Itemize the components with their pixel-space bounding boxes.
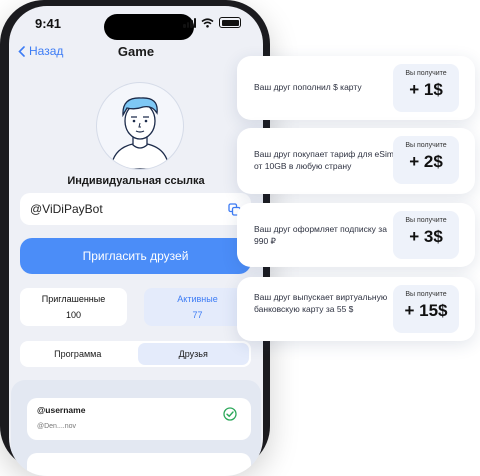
reward-label: Вы получите [405,291,447,298]
tab-program[interactable]: Программа [22,343,134,365]
friend-subtitle: @Den....nov [37,423,77,430]
friend-username: @username [37,405,86,415]
reward-badge: Вы получите + 3$ [393,211,459,259]
reward-amount: + 2$ [409,152,443,171]
referral-link-label: Индивидуальная ссылка [67,175,205,187]
list-item[interactable] [27,453,251,476]
segmented-control: Программа Друзья [20,341,251,367]
invite-friends-button[interactable]: Пригласить друзей [20,238,251,274]
tab-friends[interactable]: Друзья [137,343,249,365]
reward-label: Вы получите [405,142,447,149]
reward-description: Ваш друг оформляет подписку за 990 ₽ [254,224,387,246]
battery-icon [219,17,241,28]
reward-card-virtual-card: Ваш друг выпускает виртуальную банковску… [237,277,475,341]
list-item[interactable]: @username @Den....nov [27,398,251,440]
check-circle-icon [223,407,237,421]
reward-card-topup: Ваш друг пополнил $ карту Вы получите + … [237,56,475,120]
page-title: Game [117,44,155,59]
reward-badge: Вы получите + 2$ [393,136,459,184]
reward-description: Ваш друг пополнил $ карту [254,82,362,92]
invited-stat: Приглашенные 100 [20,288,127,326]
reward-card-subscription: Ваш друг оформляет подписку за 990 ₽ Вы … [237,203,475,267]
referral-link-value: @ViDiPayBot [30,202,103,216]
signal-icon [183,17,196,28]
reward-label: Вы получите [405,217,447,224]
reward-card-esim: Ваш друг покупает тариф для eSim от 10GB… [237,128,475,194]
reward-amount: + 1$ [409,80,443,99]
phone-screen: 9:41 Назад Game Индивидуальная ссылка @V… [9,6,263,476]
referral-link-field[interactable]: @ViDiPayBot [20,193,251,225]
reward-badge: Вы получите + 15$ [393,285,459,333]
status-time: 9:41 [35,16,62,31]
wifi-icon [201,17,214,28]
reward-amount: + 15$ [404,301,448,320]
reward-label: Вы получите [405,70,447,77]
dynamic-island [104,14,194,40]
avatar [96,82,184,170]
invited-label: Приглашенные [41,294,106,304]
invited-count: 100 [65,310,82,320]
active-stat: Активные 77 [144,288,251,326]
reward-badge: Вы получите + 1$ [393,64,459,112]
avatar-illustration [110,97,170,169]
active-label: Активные [177,294,218,304]
reward-description: Ваш друг покупает тариф для eSim от 10GB… [254,149,394,171]
active-count: 77 [192,310,203,320]
reward-description: Ваш друг выпускает виртуальную банковску… [254,292,388,314]
phone-frame: 9:41 Назад Game Индивидуальная ссылка @V… [0,0,270,476]
reward-amount: + 3$ [409,227,443,246]
status-icons [183,17,241,28]
